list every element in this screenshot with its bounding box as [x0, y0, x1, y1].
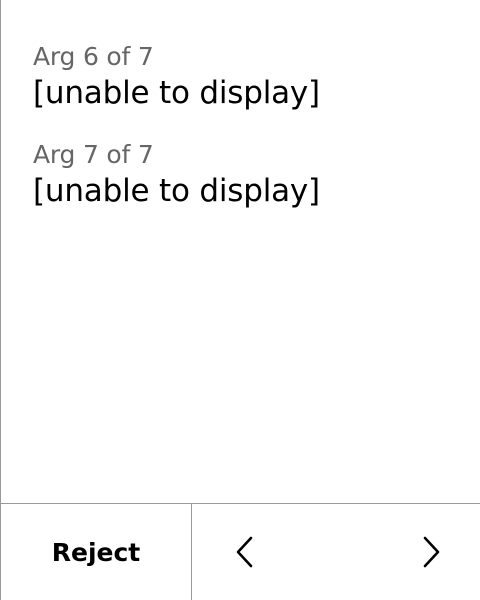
args-list: Arg 6 of 7 [unable to display] Arg 7 of … [33, 40, 460, 210]
navigation [192, 504, 480, 600]
arg-item: Arg 7 of 7 [unable to display] [33, 138, 460, 210]
review-screen: Arg 6 of 7 [unable to display] Arg 7 of … [0, 0, 480, 600]
arg-label: Arg 6 of 7 [33, 42, 154, 71]
action-bar: Reject [1, 503, 480, 600]
arg-value: [unable to display] [33, 75, 320, 111]
arg-label: Arg 7 of 7 [33, 140, 154, 169]
previous-button[interactable] [210, 504, 280, 600]
arg-item: Arg 6 of 7 [unable to display] [33, 40, 460, 112]
arg-value: [unable to display] [33, 173, 320, 209]
chevron-right-icon [423, 536, 440, 568]
chevron-left-icon [236, 536, 253, 568]
reject-button[interactable]: Reject [1, 504, 192, 600]
next-button[interactable] [396, 504, 466, 600]
